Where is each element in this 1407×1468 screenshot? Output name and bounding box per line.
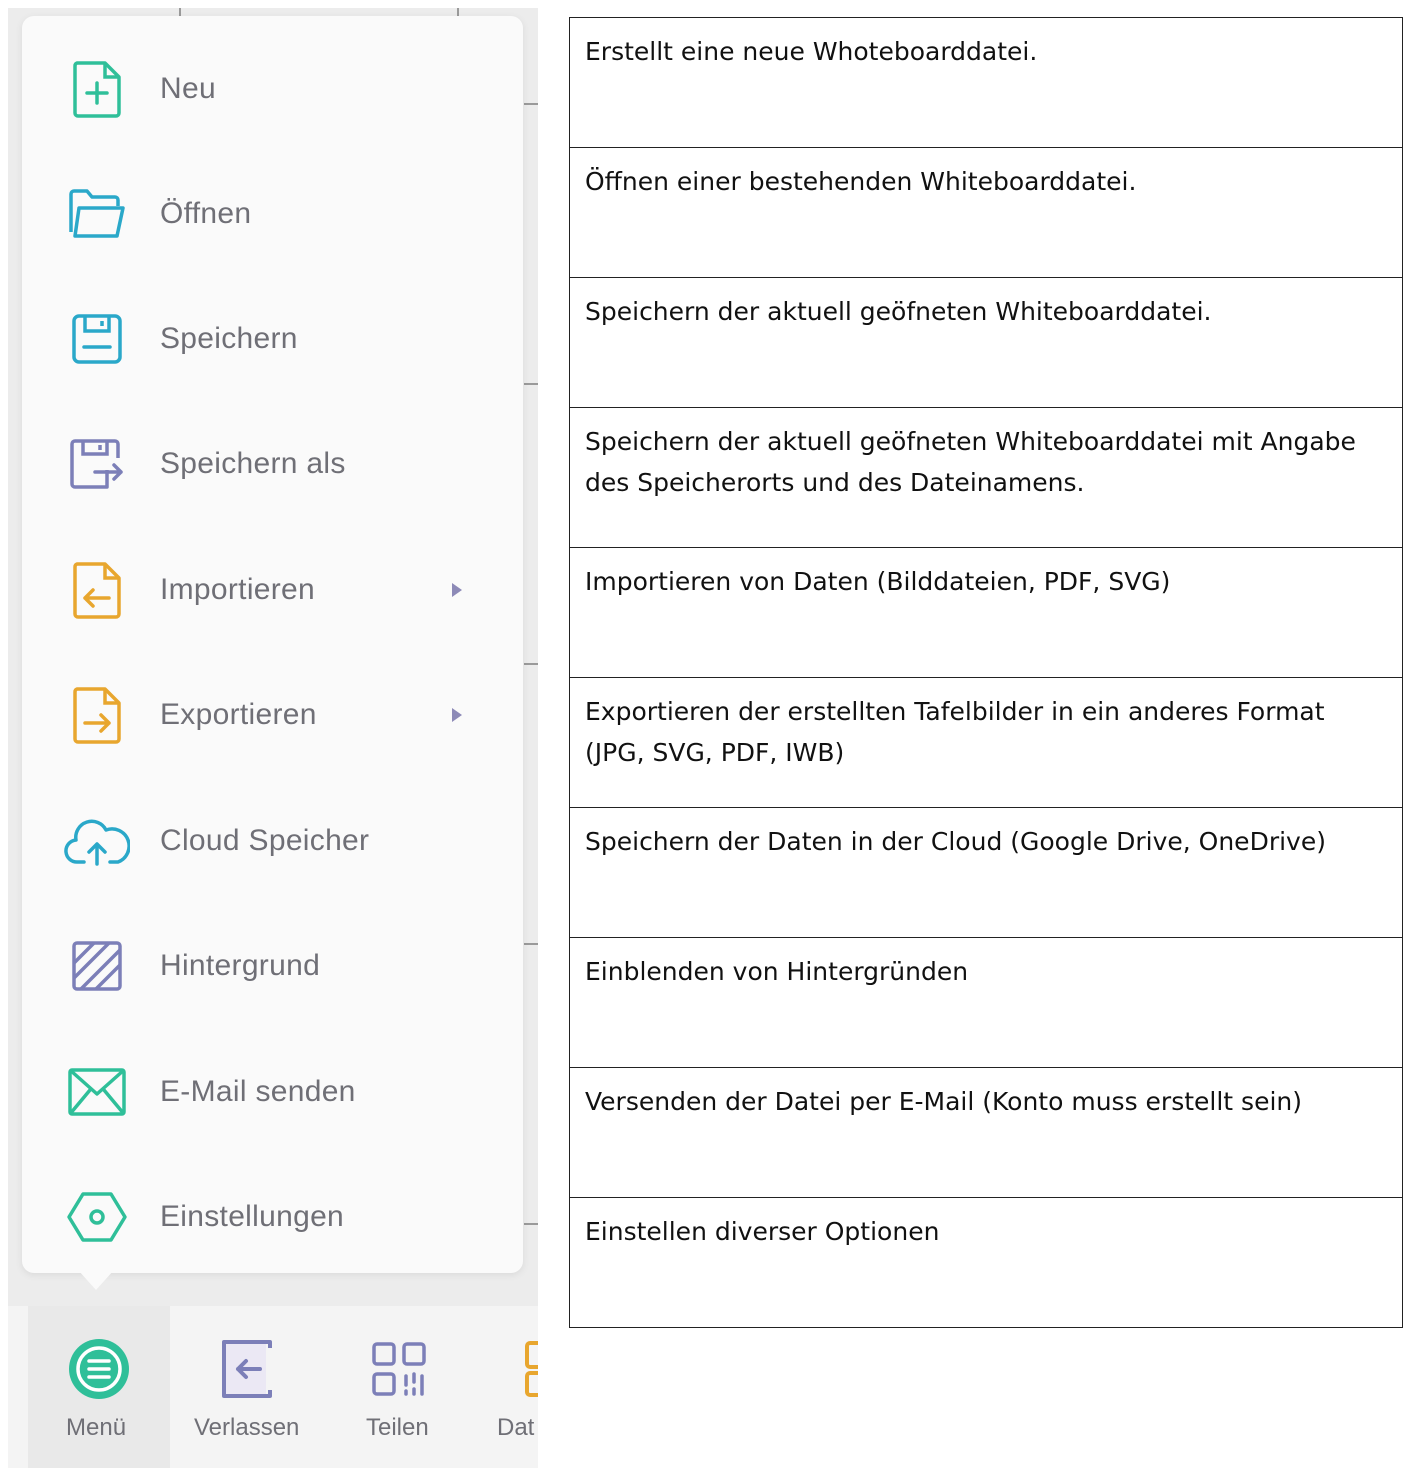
background-grid-tick	[524, 383, 538, 385]
toolbar-label: Menü	[66, 1414, 127, 1441]
table-row: Erstellt eine neue Whoteboarddatei.	[569, 17, 1403, 148]
table-row: Importieren von Daten (Bilddateien, PDF,…	[569, 547, 1403, 678]
menu-item-settings[interactable]: Einstellungen	[22, 1154, 523, 1279]
new-file-icon	[64, 56, 130, 122]
table-row: Öffnen einer bestehenden Whiteboarddatei…	[569, 147, 1403, 278]
qr-code-icon	[364, 1334, 434, 1404]
menu-item-export[interactable]: Exportieren	[22, 652, 523, 777]
menu-circle-icon	[64, 1334, 134, 1404]
folder-open-icon	[64, 181, 130, 247]
menu-item-background[interactable]: Hintergrund	[22, 903, 523, 1028]
table-row: Speichern der Daten in der Cloud (Google…	[569, 807, 1403, 938]
description-cell: Speichern der aktuell geöfneten Whiteboa…	[569, 407, 1403, 548]
menu-item-label: Speichern als	[160, 446, 346, 480]
menu-item-label: Neu	[160, 71, 216, 105]
background-grid-tick	[524, 1223, 538, 1225]
cloud-upload-icon	[64, 808, 130, 874]
submenu-arrow-icon	[452, 582, 462, 597]
save-as-icon	[64, 431, 130, 497]
menu-item-import[interactable]: Importieren	[22, 527, 523, 652]
description-cell: Erstellt eine neue Whoteboarddatei.	[569, 17, 1403, 148]
menu-item-label: Importieren	[160, 572, 316, 606]
menu-item-open[interactable]: Öffnen	[22, 151, 523, 276]
menu-item-label: Öffnen	[160, 196, 252, 230]
envelope-icon	[64, 1059, 130, 1125]
toolbar-menu-button[interactable]: Menü	[28, 1306, 170, 1468]
menu-item-label: E-Mail senden	[160, 1074, 356, 1108]
table-row: Exportieren der erstellten Tafelbilder i…	[569, 677, 1403, 808]
menu-item-label: Speichern	[160, 321, 298, 355]
table-row: Einstellen diverser Optionen	[569, 1197, 1403, 1328]
description-cell: Importieren von Daten (Bilddateien, PDF,…	[569, 547, 1403, 678]
menu-item-label: Einstellungen	[160, 1199, 345, 1233]
table-row: Speichern der aktuell geöfneten Whiteboa…	[569, 277, 1403, 408]
menu-item-save[interactable]: Speichern	[22, 276, 523, 401]
menu-item-send-email[interactable]: E-Mail senden	[22, 1029, 523, 1154]
description-cell: Versenden der Datei per E-Mail (Konto mu…	[569, 1067, 1403, 1198]
background-grid-tick	[524, 663, 538, 665]
exit-arrow-icon	[212, 1334, 282, 1404]
settings-hexagon-icon	[64, 1184, 130, 1250]
description-cell: Einstellen diverser Optionen	[569, 1197, 1403, 1328]
file-menu-popup: Neu Öffnen Speichern Speichern als Impor…	[22, 16, 523, 1273]
app-screenshot: Neu Öffnen Speichern Speichern als Impor…	[8, 8, 538, 1468]
bottom-toolbar: Menü Verlassen Teilen Dat	[8, 1306, 538, 1468]
table-row: Speichern der aktuell geöfneten Whiteboa…	[569, 407, 1403, 548]
table-row: Einblenden von Hintergründen	[569, 937, 1403, 1068]
toolbar-label: Dat	[497, 1414, 535, 1441]
table-row: Versenden der Datei per E-Mail (Konto mu…	[569, 1067, 1403, 1198]
description-cell: Einblenden von Hintergründen	[569, 937, 1403, 1068]
toolbar-label: Verlassen	[194, 1414, 300, 1441]
menu-item-label: Cloud Speicher	[160, 823, 370, 857]
menu-description-table: Erstellt eine neue Whoteboarddatei. Öffn…	[569, 17, 1403, 1328]
menu-item-new[interactable]: Neu	[22, 26, 523, 151]
background-grid-tick	[524, 103, 538, 105]
file-icon	[518, 1334, 538, 1404]
description-cell: Öffnen einer bestehenden Whiteboarddatei…	[569, 147, 1403, 278]
description-cell: Exportieren der erstellten Tafelbilder i…	[569, 677, 1403, 808]
menu-item-label: Exportieren	[160, 697, 317, 731]
submenu-arrow-icon	[452, 707, 462, 722]
description-cell: Speichern der aktuell geöfneten Whiteboa…	[569, 277, 1403, 408]
menu-pointer	[78, 1270, 114, 1290]
toolbar-exit-button[interactable]: Verlassen	[180, 1306, 320, 1468]
description-cell: Speichern der Daten in der Cloud (Google…	[569, 807, 1403, 938]
hatched-background-icon	[64, 933, 130, 999]
toolbar-label: Teilen	[366, 1414, 429, 1441]
export-icon	[64, 682, 130, 748]
toolbar-share-button[interactable]: Teilen	[338, 1306, 458, 1468]
menu-item-label: Hintergrund	[160, 948, 321, 982]
toolbar-file-button[interactable]: Dat	[478, 1306, 538, 1468]
menu-item-cloud-storage[interactable]: Cloud Speicher	[22, 778, 523, 903]
menu-item-save-as[interactable]: Speichern als	[22, 401, 523, 526]
import-icon	[64, 557, 130, 623]
save-icon	[64, 306, 130, 372]
background-grid-tick	[524, 943, 538, 945]
